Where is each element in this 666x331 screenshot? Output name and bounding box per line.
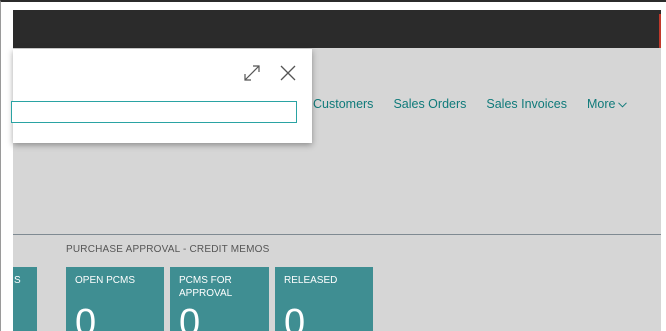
dialog-controls: [242, 63, 298, 83]
tile-count: 0: [179, 302, 201, 331]
nav-more-menu[interactable]: More: [587, 97, 628, 111]
top-bar: [13, 10, 661, 54]
close-icon[interactable]: [278, 63, 298, 83]
search-dialog: [11, 49, 312, 143]
left-margin: [2, 4, 13, 331]
section-divider: [13, 234, 661, 235]
tile-label: PCMS FOR APPROVAL: [179, 275, 233, 299]
nav-item-customers[interactable]: Customers: [313, 97, 373, 111]
right-margin: [661, 4, 666, 331]
tile-label: S: [14, 275, 21, 286]
tile-label: RELEASED: [284, 275, 338, 286]
app-frame: Customers Sales Orders Sales Invoices Mo…: [0, 0, 666, 331]
search-input[interactable]: [11, 101, 297, 123]
navigation-bar: Customers Sales Orders Sales Invoices Mo…: [313, 97, 628, 111]
tile-label: OPEN PCMS: [75, 275, 136, 286]
expand-icon[interactable]: [242, 63, 262, 83]
chevron-down-icon: [618, 100, 628, 110]
tile-count: 0: [75, 302, 97, 331]
cue-tile-pcms-for-approval[interactable]: PCMS FOR APPROVAL 0: [170, 267, 269, 331]
cue-tile-open-pcms[interactable]: OPEN PCMS 0: [66, 267, 164, 331]
cue-tile-partial[interactable]: S: [13, 267, 37, 331]
nav-item-sales-orders[interactable]: Sales Orders: [393, 97, 466, 111]
cue-tile-released[interactable]: RELEASED 0: [275, 267, 373, 331]
nav-more-label: More: [587, 97, 616, 111]
tile-count: 0: [284, 302, 306, 331]
nav-item-sales-invoices[interactable]: Sales Invoices: [486, 97, 567, 111]
section-title: PURCHASE APPROVAL - CREDIT MEMOS: [66, 244, 270, 255]
